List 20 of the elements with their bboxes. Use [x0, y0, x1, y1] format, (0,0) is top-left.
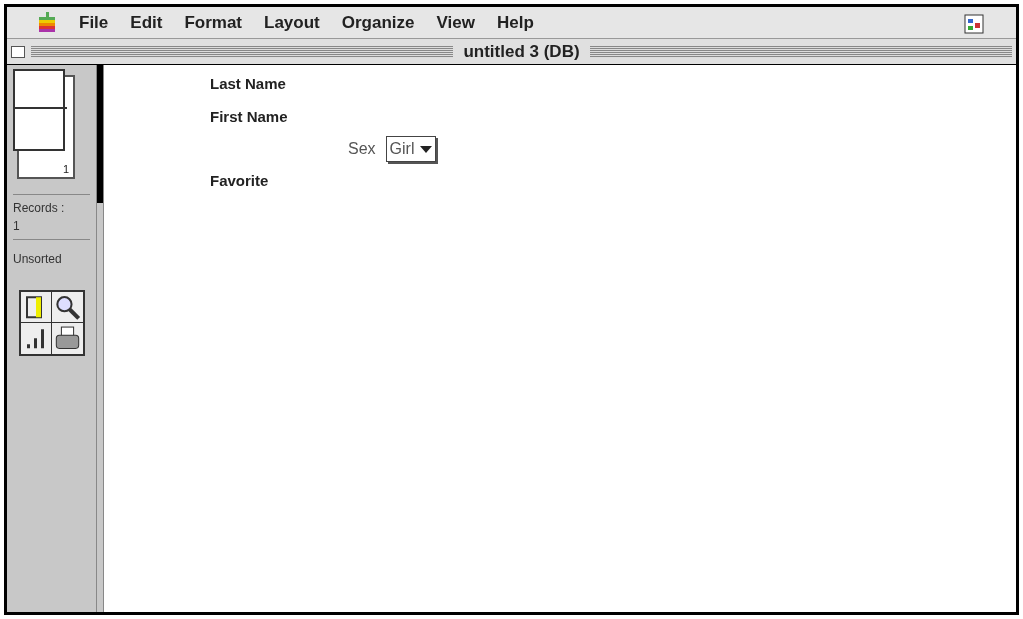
menu-item[interactable]: File: [79, 9, 109, 36]
menu-item[interactable]: Format: [184, 9, 243, 36]
caret-icon: [420, 145, 433, 153]
field-label: Last Name: [210, 74, 286, 94]
menu-item[interactable]: View: [436, 9, 475, 36]
field-label: First Name: [210, 106, 288, 127]
window-title: untitled 3 (DB): [462, 40, 581, 63]
page-number: 1: [63, 162, 70, 177]
records-label: Records :: [13, 199, 66, 217]
field-label: Favorite: [210, 171, 269, 191]
page-book-icon[interactable]: [13, 69, 77, 179]
menu-item[interactable]: Organize: [341, 9, 415, 36]
close-box[interactable]: [11, 45, 25, 58]
menu-item[interactable]: Edit: [130, 9, 163, 36]
menu-item[interactable]: Help: [496, 9, 534, 36]
sort-status: Unsorted: [13, 251, 62, 266]
menu-item[interactable]: Layout: [264, 9, 320, 36]
field-label: Sex: [348, 139, 376, 159]
popup-menu[interactable]: Girl: [385, 136, 437, 162]
records-count: 1: [13, 217, 21, 235]
